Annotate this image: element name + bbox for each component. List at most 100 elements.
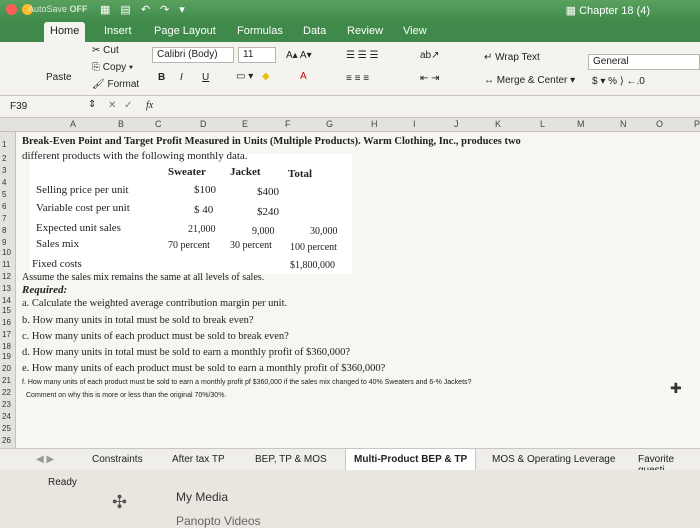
cell-value[interactable]: $ 40 xyxy=(194,204,213,216)
cell-note[interactable]: Assume the sales mix remains the same at… xyxy=(22,272,264,283)
cell-label[interactable]: Fixed costs xyxy=(32,258,82,270)
cell-value[interactable]: 100 percent xyxy=(290,242,337,253)
align-left-icon[interactable]: ≡ ≡ ≡ xyxy=(346,73,369,84)
indent-icon[interactable]: ⇤ ⇥ xyxy=(420,73,440,84)
column-header[interactable]: E xyxy=(242,119,248,129)
cell-value[interactable]: 21,000 xyxy=(188,224,216,235)
row-header[interactable]: 25 xyxy=(2,424,11,433)
row-header[interactable]: 11 xyxy=(2,260,10,269)
cell-value[interactable]: $1,800,000 xyxy=(290,260,335,271)
cell-question[interactable]: b. How many units in total must be sold … xyxy=(22,315,254,326)
column-header[interactable]: H xyxy=(371,119,378,129)
column-header[interactable]: O xyxy=(656,119,663,129)
tab-home[interactable]: Home xyxy=(44,22,86,42)
cell-label[interactable]: Expected unit sales xyxy=(36,222,121,234)
column-header[interactable]: A xyxy=(70,119,76,129)
column-header[interactable]: B xyxy=(118,119,124,129)
cell-value[interactable]: 9,000 xyxy=(252,226,275,237)
row-header[interactable]: 12 xyxy=(2,272,11,281)
tab-formulas[interactable]: Formulas xyxy=(237,25,283,37)
row-header[interactable]: 15 xyxy=(2,306,11,315)
row-header[interactable]: 14 xyxy=(2,296,11,305)
row-header[interactable]: 20 xyxy=(2,364,11,373)
paste-button[interactable]: Paste xyxy=(46,72,72,83)
name-box-stepper[interactable]: ⇕ xyxy=(88,99,96,110)
row-header[interactable]: 22 xyxy=(2,388,11,397)
cell-value[interactable]: $100 xyxy=(194,184,216,196)
dock-item[interactable]: My Media xyxy=(176,490,228,504)
row-header[interactable]: 6 xyxy=(2,202,6,211)
tab-data[interactable]: Data xyxy=(303,25,326,37)
fill-color-button[interactable]: ◆ xyxy=(262,71,270,82)
grid-icon[interactable]: ▦ xyxy=(100,3,110,16)
sheet-tab-after-tax-tp[interactable]: After tax TP xyxy=(172,454,225,465)
sheet-tab-mos-operating-leverage[interactable]: MOS & Operating Leverage xyxy=(492,454,615,465)
cell-required[interactable]: Required: xyxy=(22,284,67,296)
column-header[interactable]: G xyxy=(326,119,333,129)
dock-item[interactable]: Panopto Videos xyxy=(176,514,261,528)
cell-question[interactable]: c. How many units of each product must b… xyxy=(22,331,289,342)
cell-question[interactable]: d. How many units in total must be sold … xyxy=(22,347,350,358)
column-header[interactable]: M xyxy=(577,119,585,129)
header-total[interactable]: Total xyxy=(288,168,312,180)
cell-question[interactable]: f. How many units of each product must b… xyxy=(22,379,471,386)
row-header[interactable]: 17 xyxy=(2,330,11,339)
row-header[interactable]: 21 xyxy=(2,376,11,385)
header-sweater[interactable]: Sweater xyxy=(168,166,206,178)
column-header[interactable]: D xyxy=(200,119,207,129)
cell-label[interactable]: Variable cost per unit xyxy=(36,202,130,214)
sheet-tab-constraints[interactable]: Constraints xyxy=(92,454,143,465)
row-header[interactable]: 8 xyxy=(2,226,6,235)
cancel-icon[interactable]: ✕ xyxy=(108,100,116,111)
sheet-tab-multi-product[interactable]: Multi-Product BEP & TP xyxy=(345,449,477,471)
cell-value[interactable]: 30,000 xyxy=(310,226,338,237)
column-header[interactable]: J xyxy=(454,119,459,129)
row-header[interactable]: 3 xyxy=(2,166,6,175)
font-size-select[interactable]: 11 xyxy=(238,47,276,63)
row-header[interactable]: 10 xyxy=(2,248,11,257)
cell-title-line1[interactable]: Break-Even Point and Target Profit Measu… xyxy=(22,136,521,147)
cell-question[interactable]: e. How many units of each product must b… xyxy=(22,363,385,374)
enter-icon[interactable]: ✓ xyxy=(124,100,132,111)
number-format-select[interactable]: General xyxy=(588,54,700,70)
format-painter-button[interactable]: 🖌 Format xyxy=(92,79,139,90)
save-icon[interactable]: ▤ xyxy=(120,3,130,16)
italic-button[interactable]: I xyxy=(180,72,183,83)
row-header[interactable]: 16 xyxy=(2,318,11,327)
row-header[interactable]: 4 xyxy=(2,178,6,187)
align-top-icon[interactable]: ☰ ☰ ☰ xyxy=(346,50,378,61)
row-header[interactable]: 23 xyxy=(2,400,11,409)
row-header[interactable]: 5 xyxy=(2,190,6,199)
close-button[interactable] xyxy=(6,4,17,15)
tab-page-layout[interactable]: Page Layout xyxy=(154,25,216,37)
underline-button[interactable]: U xyxy=(202,72,209,83)
sheet-tab-bep-tp-mos[interactable]: BEP, TP & MOS xyxy=(255,454,327,465)
row-header[interactable]: 1 xyxy=(2,140,6,149)
column-header[interactable]: C xyxy=(155,119,162,129)
row-header[interactable]: 2 xyxy=(2,154,6,163)
autosave-toggle[interactable]: AutoSave OFF xyxy=(28,4,88,14)
wrap-text-button[interactable]: ↵ Wrap Text xyxy=(484,52,540,63)
column-header[interactable]: N xyxy=(620,119,627,129)
row-header[interactable]: 24 xyxy=(2,412,11,421)
cell-label[interactable]: Selling price per unit xyxy=(36,184,129,196)
row-header[interactable]: 9 xyxy=(2,238,6,247)
cell-question[interactable]: Comment on why this is more or less than… xyxy=(26,392,226,399)
function-icon[interactable]: fx xyxy=(146,100,153,111)
grow-font-button[interactable]: A▴ A▾ xyxy=(286,50,312,61)
tab-insert[interactable]: Insert xyxy=(104,25,132,37)
dropdown-icon[interactable]: ▾ xyxy=(179,3,185,16)
cell-label[interactable]: Sales mix xyxy=(36,238,79,250)
column-header[interactable]: F xyxy=(285,119,291,129)
column-header[interactable]: K xyxy=(495,119,501,129)
cell-question[interactable]: a. Calculate the weighted average contri… xyxy=(22,298,287,309)
row-header[interactable]: 26 xyxy=(2,436,11,445)
borders-button[interactable]: ▭ ▾ xyxy=(236,71,253,82)
row-header[interactable]: 13 xyxy=(2,284,11,293)
cell-value[interactable]: 70 percent xyxy=(168,240,210,251)
currency-button[interactable]: $ ▾ % ⟩ ←.0 xyxy=(592,76,645,87)
column-header[interactable]: L xyxy=(540,119,545,129)
cell-value[interactable]: $400 xyxy=(257,186,279,198)
row-header[interactable]: 18 xyxy=(2,342,11,351)
name-box[interactable]: F39 xyxy=(10,101,27,112)
